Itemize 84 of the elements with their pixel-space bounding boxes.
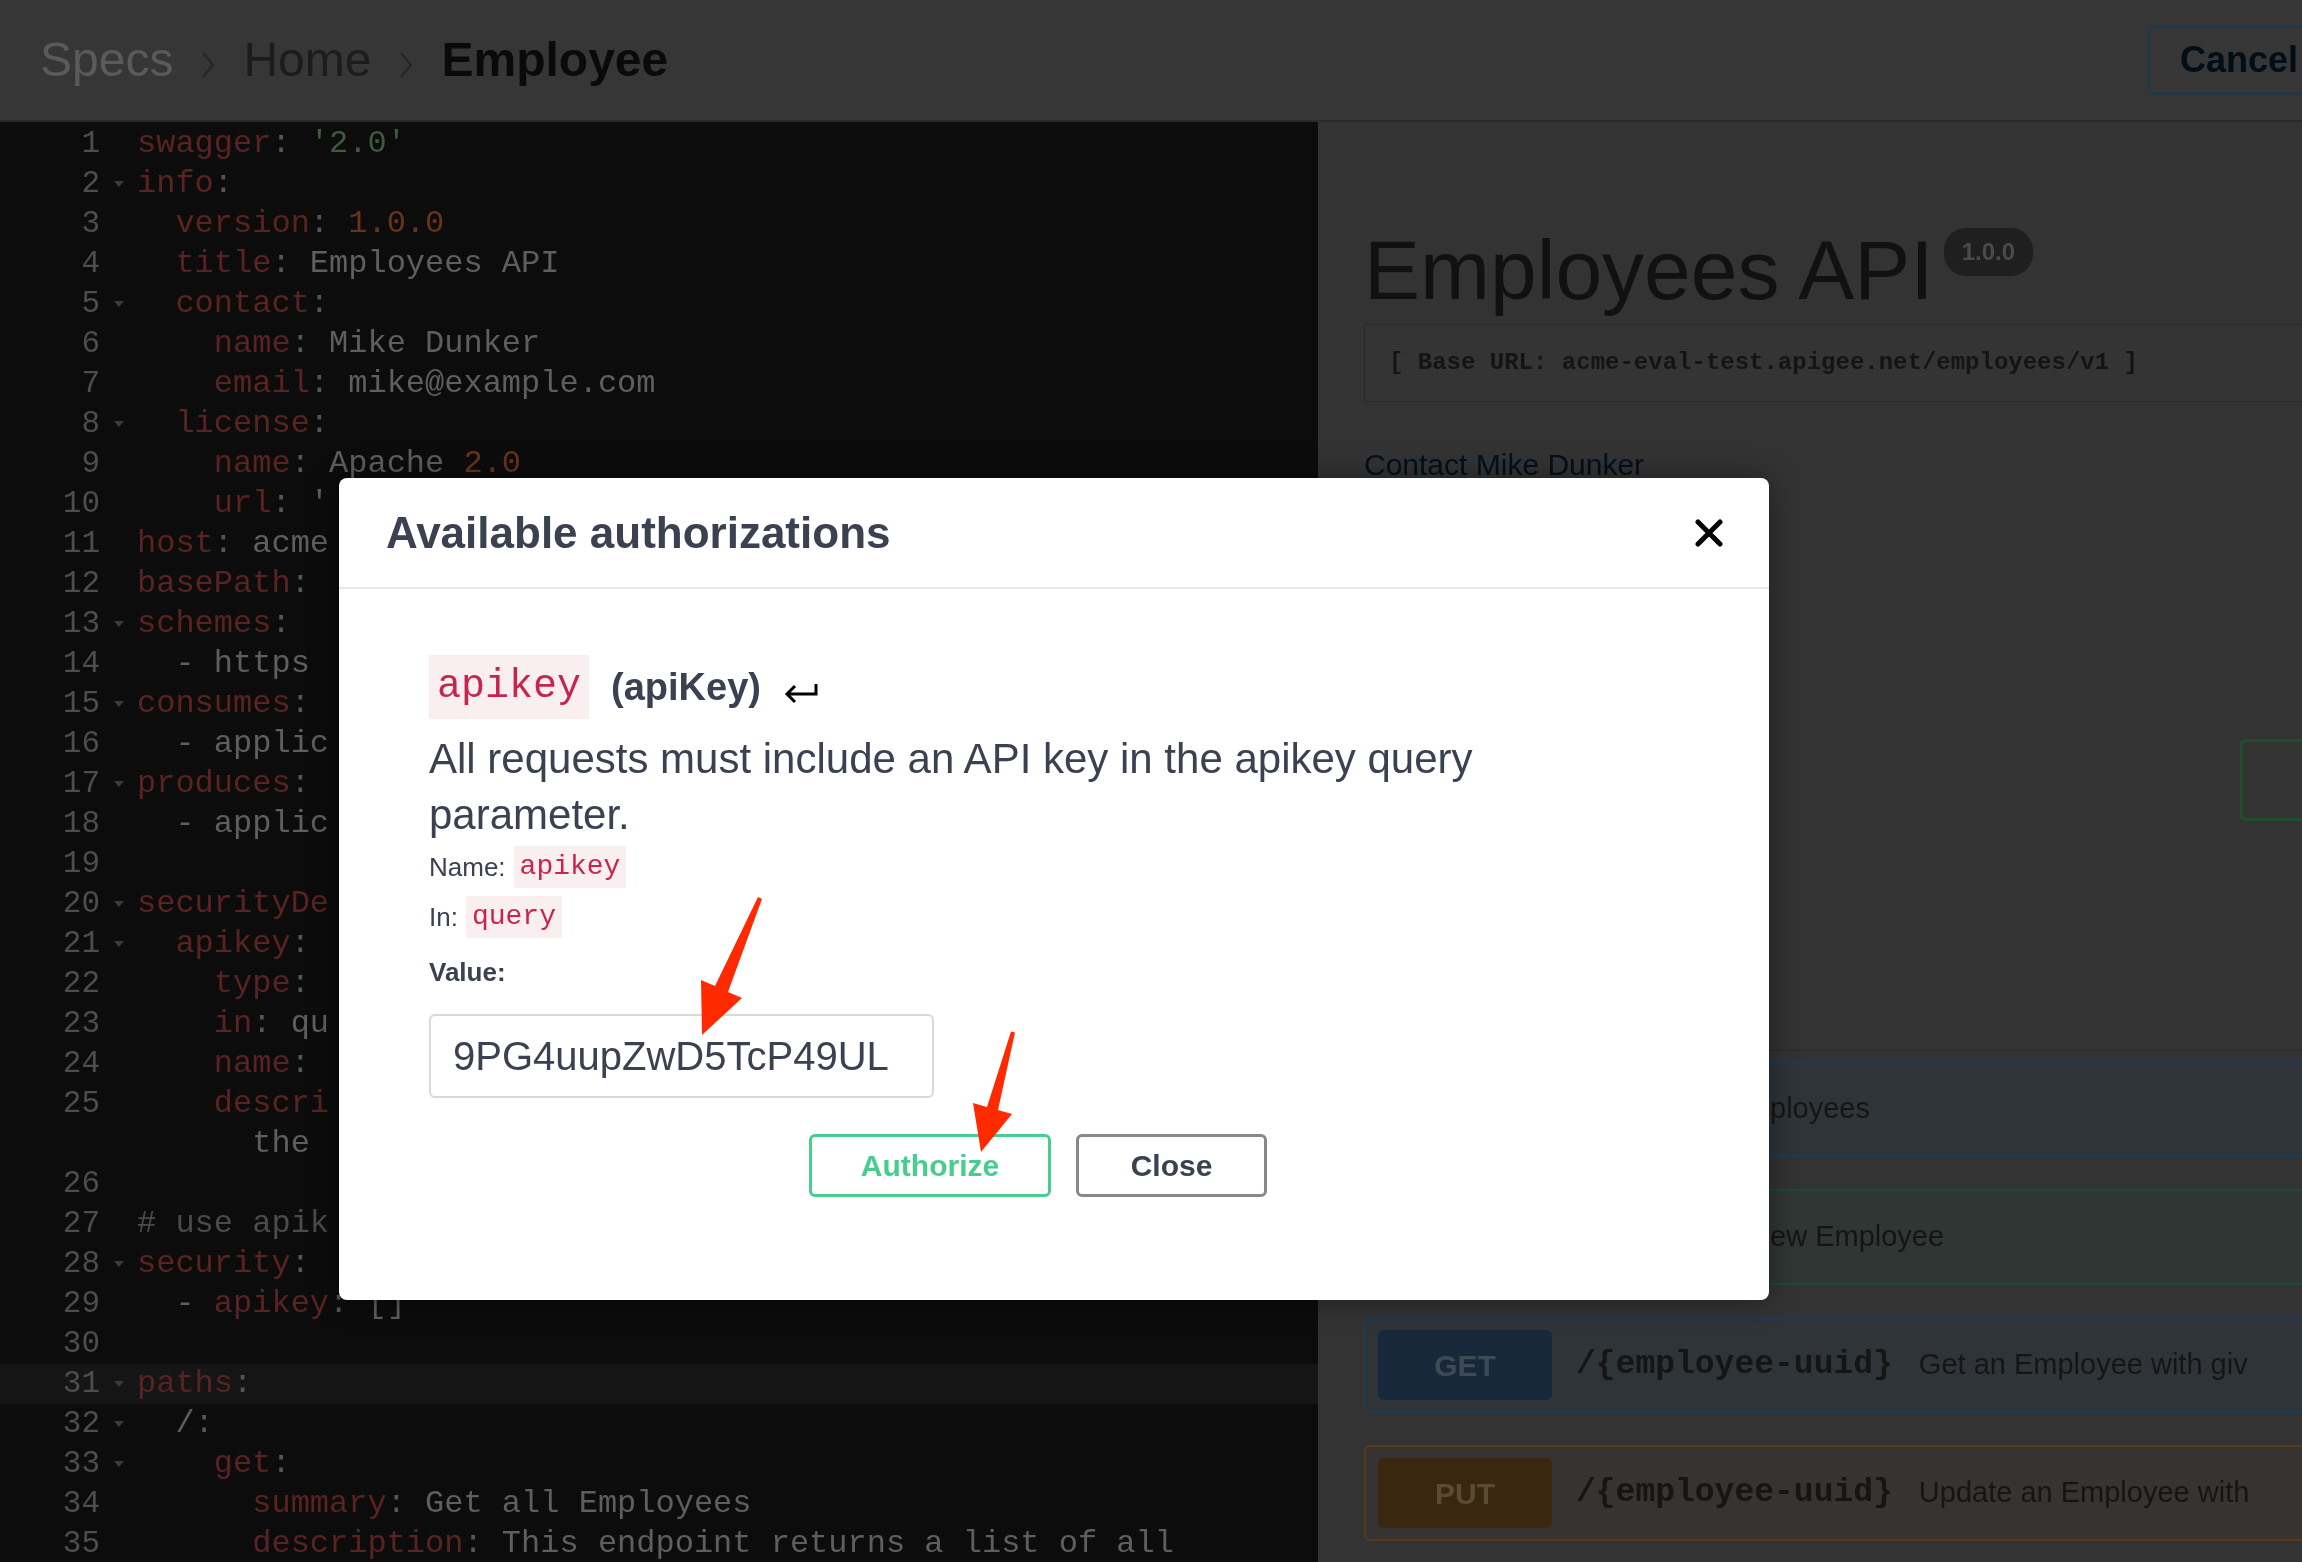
api-key-field[interactable]: 9PG4uupZwD5TcP49UL: [429, 1014, 934, 1098]
line-number: 23: [62, 1005, 100, 1041]
in-value: query: [465, 896, 562, 938]
code-number: 1.0.0: [348, 204, 445, 244]
code-punctuation: :: [309, 404, 330, 444]
code-text: Mike Dunker: [329, 324, 541, 364]
code-text: Apache: [329, 444, 446, 484]
fold-icon[interactable]: [113, 621, 124, 627]
line-number: 34: [62, 1485, 100, 1521]
line-number: 25: [62, 1085, 100, 1121]
line-number: 3: [81, 205, 100, 241]
code-text: qu: [290, 1004, 330, 1044]
line-number: 20: [62, 885, 100, 921]
line-number: 17: [62, 765, 100, 801]
line-number: 4: [81, 245, 100, 281]
line-number: 9: [81, 445, 100, 481]
line-number: 21: [62, 925, 100, 961]
line-number: 1: [81, 125, 100, 161]
fold-icon[interactable]: [113, 1421, 124, 1427]
fold-icon[interactable]: [113, 781, 124, 787]
fold-icon[interactable]: [113, 301, 124, 307]
scheme-name: apikey: [429, 655, 590, 719]
line-number: 26: [62, 1165, 100, 1201]
code-punctuation: :: [290, 964, 310, 1004]
fold-icon[interactable]: [113, 421, 124, 427]
line-number: 19: [62, 845, 100, 881]
name-label: Name:: [429, 850, 506, 884]
line-number: 14: [62, 645, 100, 681]
code-number: 2.0: [463, 444, 522, 484]
line-number: 2: [81, 165, 100, 201]
line-number: 12: [62, 565, 100, 601]
code-punctuation: :: [463, 1524, 484, 1562]
code-text: mike@example.com: [348, 364, 656, 404]
line-number: 27: [62, 1205, 100, 1241]
fold-icon[interactable]: [113, 1261, 124, 1267]
line-number: 33: [62, 1445, 100, 1481]
line-number: 29: [62, 1285, 100, 1321]
code-text: This endpoint returns a list of all: [501, 1524, 1174, 1562]
code-string: '2.0': [309, 124, 406, 164]
line-number: 35: [62, 1525, 100, 1561]
code-text: ': [309, 484, 330, 524]
fold-icon[interactable]: [113, 181, 124, 187]
line-number: 24: [62, 1045, 100, 1081]
line-number: 11: [62, 525, 100, 561]
authorize-button[interactable]: Authorize: [809, 1134, 1051, 1197]
line-number: 18: [62, 805, 100, 841]
line-number: 30: [62, 1325, 100, 1361]
code-punctuation: :: [329, 1284, 350, 1324]
line-number: 28: [62, 1245, 100, 1281]
authorize-button[interactable]: [2240, 739, 2302, 821]
line-number: 10: [62, 485, 100, 521]
code-text: Employees API: [309, 244, 560, 284]
line-number: 7: [81, 365, 100, 401]
fold-icon[interactable]: [113, 901, 124, 907]
line-number: 15: [62, 685, 100, 721]
modal-title: Available authorizations: [386, 506, 891, 559]
line-number: 31: [62, 1365, 100, 1401]
code-punctuation: :: [290, 564, 310, 604]
close-button[interactable]: Close: [1076, 1134, 1267, 1197]
code-punctuation: :: [309, 204, 331, 244]
code-punctuation: :: [290, 684, 310, 724]
line-number: 22: [62, 965, 100, 1001]
name-value: apikey: [513, 846, 627, 888]
scheme-description: All requests must include an API key in the apikey query parameter.: [429, 734, 1474, 840]
code-punctuation: :: [309, 364, 331, 404]
fold-icon[interactable]: [113, 1381, 124, 1387]
close-icon[interactable]: [1695, 518, 1723, 547]
fold-icon[interactable]: [113, 701, 124, 707]
fold-icon[interactable]: [113, 941, 124, 947]
line-number: 8: [81, 405, 100, 441]
value-label: Value:: [429, 956, 506, 989]
line-number: 32: [62, 1405, 100, 1441]
code-punctuation: :: [309, 284, 330, 324]
code-punctuation: :: [271, 124, 292, 164]
line-number: 6: [81, 325, 100, 361]
line-number: 13: [62, 605, 100, 641]
return-icon: [782, 682, 819, 706]
fold-icon[interactable]: [113, 1461, 124, 1467]
line-number: 5: [81, 285, 100, 321]
scheme-type: (apiKey): [611, 664, 761, 710]
code-punctuation: :: [233, 1364, 253, 1404]
in-label: In:: [429, 900, 458, 934]
line-number: 16: [62, 725, 100, 761]
code-punctuation: :: [290, 764, 310, 804]
